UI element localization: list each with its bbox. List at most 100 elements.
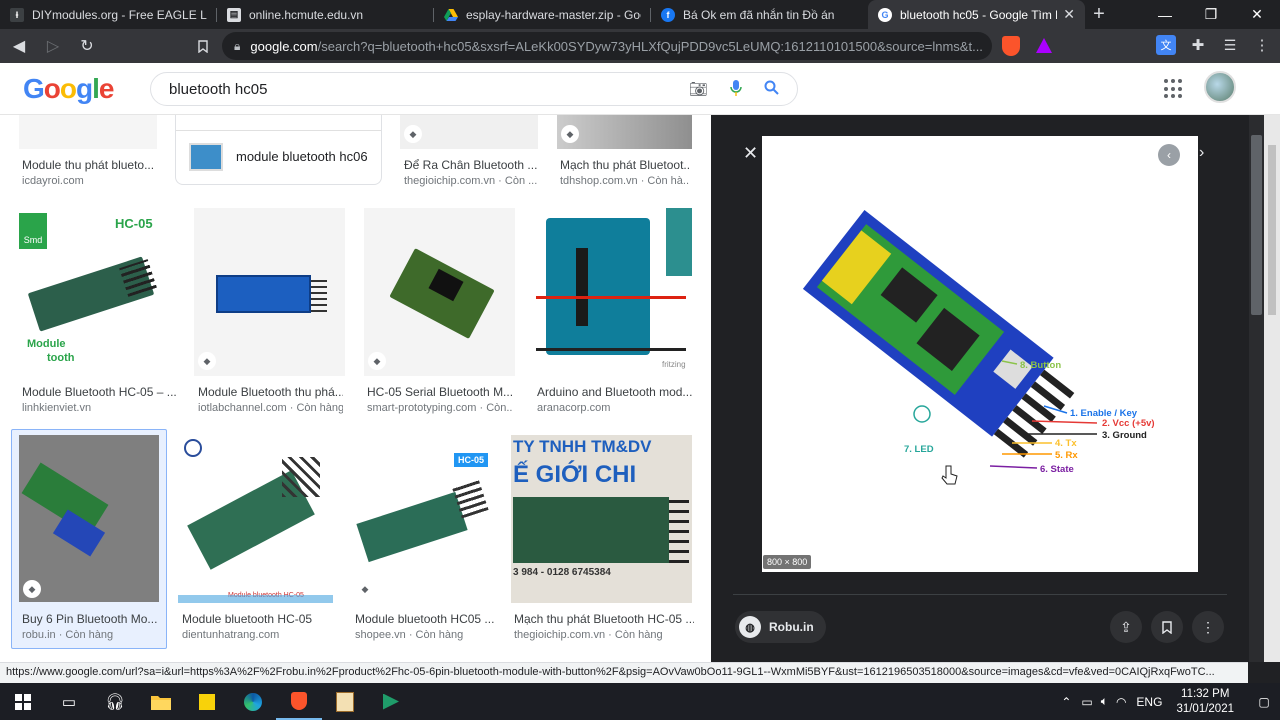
- result-caption[interactable]: Module thu phát blueto...: [22, 158, 162, 172]
- close-window-icon[interactable]: ✕: [1234, 0, 1280, 29]
- result-source: aranacorp.com: [537, 402, 611, 414]
- result-caption[interactable]: Module bluetooth HC-05: [182, 612, 332, 626]
- tab-hcmute[interactable]: ▤ online.hcmute.edu.vn: [217, 0, 434, 29]
- pin-header-image: [282, 457, 320, 497]
- bookmark-icon[interactable]: [188, 31, 218, 61]
- result-thumbnail[interactable]: ◆: [364, 208, 515, 376]
- url-host: google.com: [250, 38, 318, 54]
- reload-icon[interactable]: ↻: [72, 31, 102, 61]
- result-thumbnail[interactable]: HC-05 ◆: [352, 435, 492, 603]
- hc05-pinout-diagram: 8. Button 1. Enable / Key 2. Vcc (+5v) 3…: [802, 210, 1155, 485]
- result-source: iotlabchannel.com · Còn hàng: [198, 402, 343, 414]
- previous-image-icon[interactable]: ‹: [1158, 144, 1180, 166]
- headphones-app-icon[interactable]: 🎧︎: [92, 683, 138, 720]
- pin-label: 4. Tx: [1055, 438, 1077, 449]
- result-thumbnail[interactable]: ◆: [19, 435, 159, 602]
- tab-google-search[interactable]: G bluetooth hc05 - Google Tìm kiế ✕: [868, 0, 1085, 29]
- search-icon[interactable]: [764, 80, 779, 100]
- result-thumbnail[interactable]: fritzing: [534, 208, 692, 376]
- related-label: module bluetooth hc06: [236, 149, 368, 164]
- forward-icon[interactable]: ▷: [38, 31, 68, 61]
- edge-browser-icon[interactable]: [230, 683, 276, 720]
- result-caption[interactable]: Module Bluetooth thu phá...: [198, 385, 343, 399]
- brave-shield-icon[interactable]: [1002, 36, 1020, 56]
- pin-label: 2. Vcc (+5v): [1102, 418, 1155, 429]
- tab-drive[interactable]: esplay-hardware-master.zip - Google: [434, 0, 651, 29]
- page-scrollbar[interactable]: [1249, 115, 1280, 662]
- window-scrollbar-thumb[interactable]: [1268, 145, 1276, 315]
- clock[interactable]: 11:32 PM 31/01/2021: [1176, 687, 1234, 717]
- result-thumbnail[interactable]: ◆: [400, 115, 538, 149]
- close-preview-icon[interactable]: ✕: [743, 143, 758, 164]
- drive-favicon-icon: [444, 8, 458, 22]
- chevron-up-icon[interactable]: ⌃: [1061, 695, 1071, 709]
- share-icon[interactable]: ⇪: [1110, 611, 1142, 643]
- back-icon[interactable]: ◀: [4, 31, 34, 61]
- address-bar[interactable]: 🔒︎ google.com/search?q=bluetooth+hc05&sx…: [222, 32, 992, 60]
- result-caption[interactable]: Mạch thu phát Bluetooth HC-05 ...: [514, 612, 694, 626]
- result-caption[interactable]: HC-05 Serial Bluetooth M...: [367, 385, 512, 399]
- new-tab-button[interactable]: +: [1085, 0, 1113, 29]
- shop-banner-text-2: Ế GIỚI CHI: [513, 461, 637, 488]
- mic-icon[interactable]: [730, 80, 742, 100]
- result-thumbnail[interactable]: Smd HC-05 Module tooth: [19, 208, 175, 376]
- tag-icon: ◆: [404, 125, 422, 143]
- wire-red: [536, 296, 686, 299]
- sticky-notes-icon[interactable]: [184, 683, 230, 720]
- result-thumbnail[interactable]: ◆: [194, 208, 345, 376]
- windows-taskbar: ▭ 🎧︎ ⌃ ▭ 🔈︎ ◠ ENG 11:32 PM 31/01/2021 ▢: [0, 683, 1280, 720]
- close-tab-icon[interactable]: ✕: [1063, 6, 1075, 23]
- result-caption[interactable]: Để Ra Chân Bluetooth ...: [404, 158, 544, 172]
- preview-scrollbar-thumb[interactable]: [1251, 135, 1262, 315]
- vscode-app-icon[interactable]: [368, 683, 414, 720]
- related-search-card[interactable]: module bluetooth hc06: [175, 115, 382, 185]
- search-query: bluetooth hc05: [169, 80, 268, 98]
- tab-diymodules[interactable]: Ɨ DIYmodules.org - Free EAGLE Librari: [0, 0, 217, 29]
- tab-title: esplay-hardware-master.zip - Google: [466, 7, 641, 22]
- camera-icon[interactable]: 📷︎: [689, 80, 708, 100]
- search-input[interactable]: bluetooth hc05 📷︎: [150, 72, 798, 106]
- avatar[interactable]: [1204, 71, 1236, 103]
- save-icon[interactable]: [1151, 611, 1183, 643]
- brave-browser-icon[interactable]: [276, 683, 322, 720]
- extensions-bar: 文 ✚ ☰ ⋮: [1156, 35, 1272, 55]
- windows-start-icon[interactable]: [0, 683, 46, 720]
- language-indicator[interactable]: ENG: [1136, 695, 1162, 709]
- volume-icon[interactable]: 🔈︎: [1101, 694, 1108, 709]
- battery-icon[interactable]: ▭: [1081, 695, 1092, 709]
- source-chip[interactable]: ◍ Robu.in: [735, 611, 826, 643]
- shop-banner-text: TY TNHH TM&DV: [513, 437, 652, 456]
- menu-icon[interactable]: ⋮: [1252, 35, 1272, 55]
- globe-icon: ◍: [739, 616, 761, 638]
- result-thumbnail[interactable]: Module bluetooth HC-05: [178, 435, 333, 603]
- reading-list-icon[interactable]: ☰: [1220, 35, 1240, 55]
- divider: [733, 594, 1227, 595]
- image-results-grid: Module thu phát blueto... icdayroi.com m…: [0, 115, 711, 662]
- result-caption[interactable]: Mạch thu phát Bluetoot...: [560, 158, 690, 172]
- result-thumbnail[interactable]: [19, 115, 157, 149]
- minimize-icon[interactable]: —: [1142, 0, 1188, 29]
- maximize-icon[interactable]: ❐: [1188, 0, 1234, 29]
- result-caption[interactable]: Module bluetooth HC05 ...: [355, 612, 495, 626]
- tab-facebook[interactable]: f Bá Ok em đã nhắn tin Đồ án: [651, 0, 868, 29]
- next-image-icon[interactable]: ›: [1199, 144, 1204, 162]
- hc05-label: HC-05: [115, 216, 153, 231]
- task-view-icon[interactable]: ▭: [46, 683, 92, 720]
- document-app-icon[interactable]: [322, 683, 368, 720]
- result-thumbnail[interactable]: TY TNHH TM&DV Ế GIỚI CHI 3 984 - 0128 67…: [511, 435, 692, 603]
- extensions-icon[interactable]: ✚: [1188, 35, 1208, 55]
- preview-image[interactable]: 8. Button 1. Enable / Key 2. Vcc (+5v) 3…: [762, 136, 1198, 572]
- translate-icon[interactable]: 文: [1156, 35, 1176, 55]
- url-path: /search?q=bluetooth+hc05&sxsrf=ALeKk00SY…: [317, 38, 983, 54]
- more-options-icon[interactable]: ⋮: [1192, 611, 1224, 643]
- brave-rewards-icon[interactable]: [1036, 38, 1052, 53]
- google-logo[interactable]: Google: [23, 73, 114, 105]
- result-thumbnail[interactable]: ◆: [557, 115, 692, 149]
- wifi-icon[interactable]: ◠: [1116, 695, 1126, 709]
- apps-grid-icon[interactable]: [1164, 79, 1184, 99]
- result-caption[interactable]: Buy 6 Pin Bluetooth Mo...: [22, 612, 162, 626]
- result-caption[interactable]: Arduino and Bluetooth mod...: [537, 385, 692, 399]
- result-caption[interactable]: Module Bluetooth HC-05 – ...: [22, 385, 177, 399]
- file-explorer-icon[interactable]: [138, 683, 184, 720]
- notifications-icon[interactable]: ▢: [1248, 695, 1280, 709]
